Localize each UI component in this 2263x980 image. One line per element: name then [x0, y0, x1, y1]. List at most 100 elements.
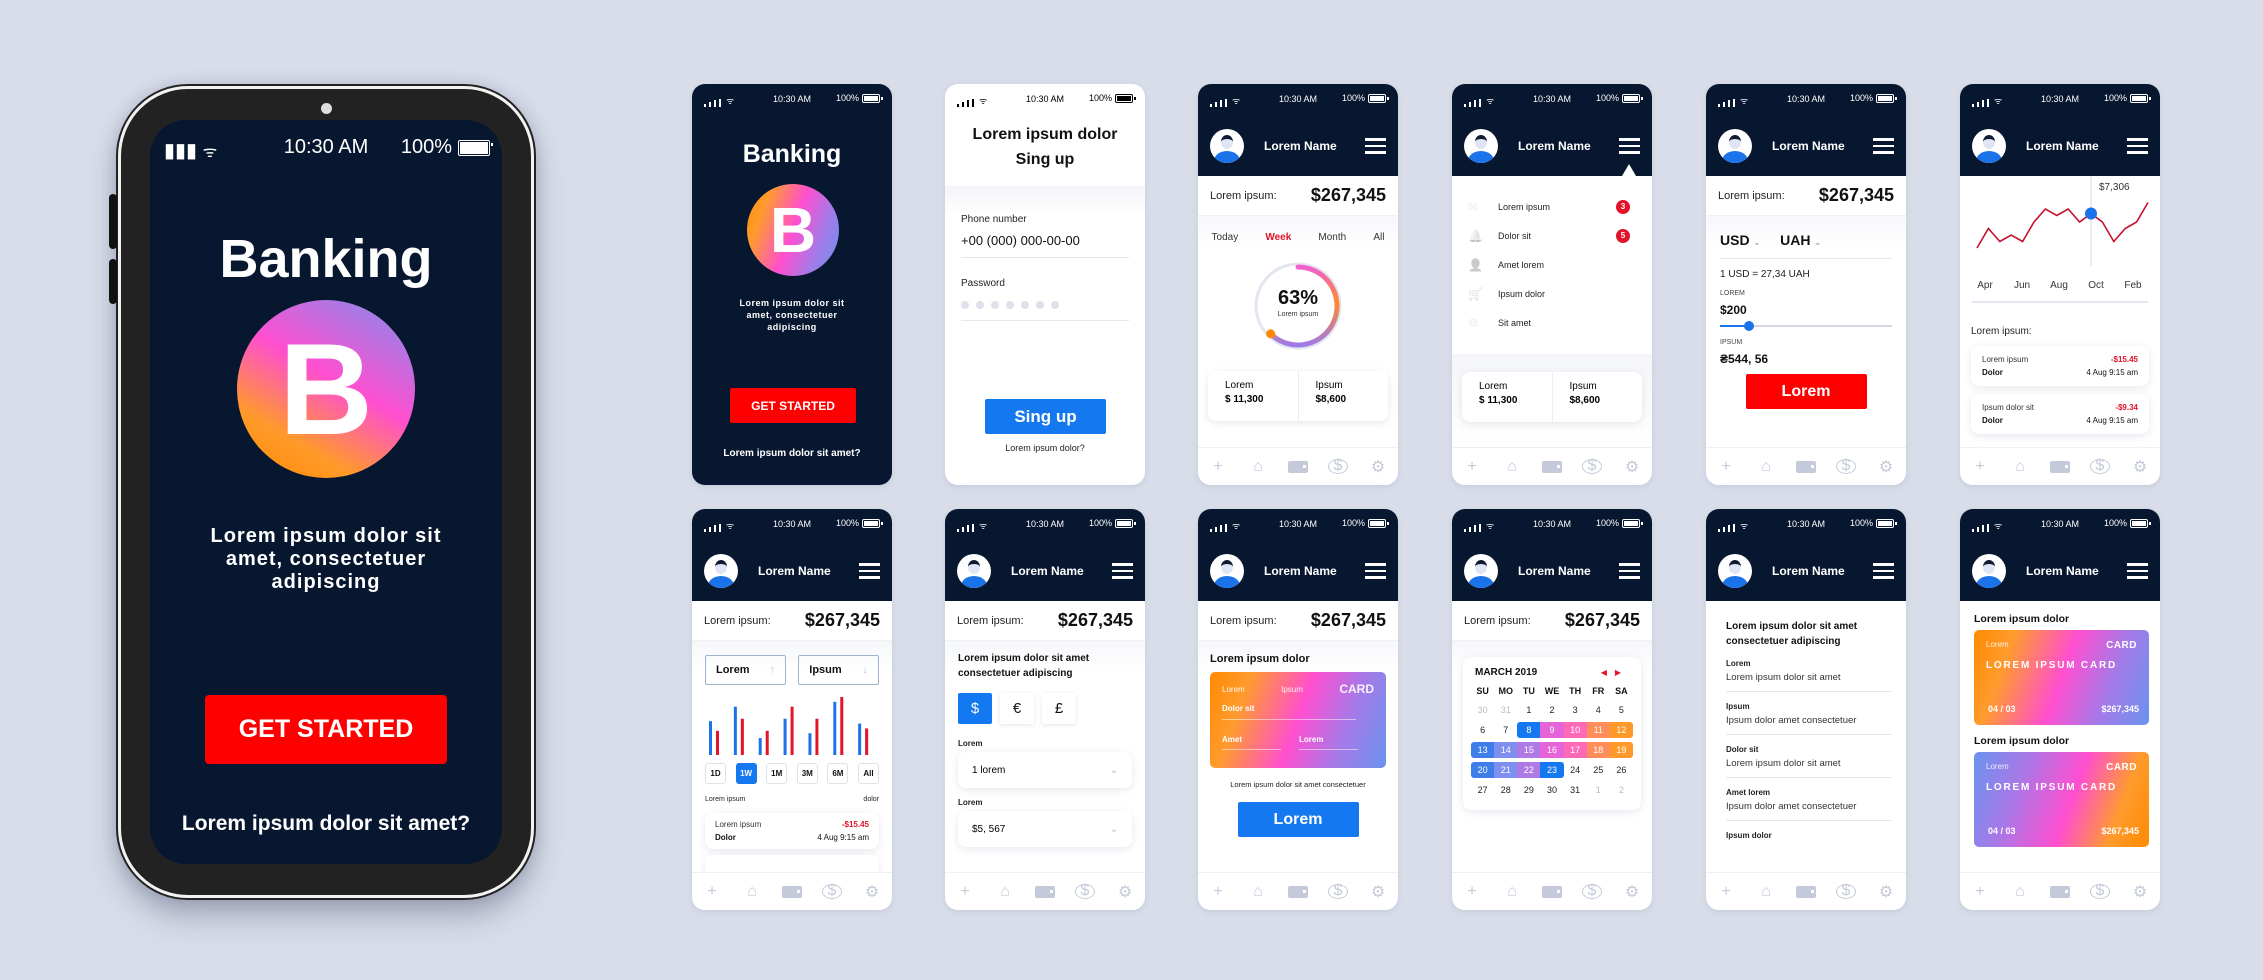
gear-icon[interactable]: ⚙ — [1876, 457, 1896, 477]
gear-icon[interactable]: ⚙ — [1622, 457, 1642, 477]
calendar-day[interactable]: 6 — [1471, 722, 1494, 738]
tab-today[interactable]: Today — [1212, 232, 1239, 243]
home-icon[interactable]: ⌂ — [995, 883, 1015, 901]
avatar[interactable] — [957, 554, 991, 588]
calendar-day-selected[interactable]: 16 — [1540, 742, 1564, 758]
calendar-day-selected[interactable]: 12 — [1609, 722, 1633, 738]
currency-pound-button[interactable]: £ — [1042, 693, 1076, 724]
home-icon[interactable]: ⌂ — [1248, 458, 1268, 476]
dollar-coin-icon[interactable]: $ — [2090, 458, 2110, 474]
range-tab-1m[interactable]: 1M — [766, 763, 788, 784]
hamburger-menu-icon[interactable] — [1873, 563, 1894, 579]
calendar-day-selected[interactable]: 15 — [1517, 742, 1541, 758]
home-icon[interactable]: ⌂ — [1502, 883, 1522, 901]
hamburger-menu-icon[interactable] — [1365, 563, 1386, 579]
calendar-day[interactable]: 27 — [1471, 782, 1494, 798]
dollar-coin-icon[interactable]: $ — [822, 883, 842, 899]
calendar-day[interactable]: 30 — [1471, 702, 1494, 718]
calendar-day[interactable]: 2 — [1540, 702, 1563, 718]
wallet-icon[interactable] — [782, 885, 802, 898]
income-toggle[interactable]: Lorem ↑ — [705, 655, 786, 685]
menu-item[interactable]: 👤 Amet lorem — [1468, 250, 1630, 279]
plus-icon[interactable]: + — [1716, 883, 1736, 901]
welcome-footer-link[interactable]: Lorem ipsum dolor sit amet? — [150, 812, 502, 836]
welcome-footer-link[interactable]: Lorem ipsum dolor sit amet? — [692, 448, 892, 459]
menu-item[interactable]: 🔔 Dolor sit 5 — [1468, 221, 1630, 250]
profile-field[interactable]: Ipsum Ipsum dolor amet consectetuer — [1726, 702, 1892, 735]
transaction-item[interactable]: Lorem ipsum Dolor -$15.45 4 Aug 9:15 am — [1971, 346, 2149, 386]
plus-icon[interactable]: + — [1970, 883, 1990, 901]
avatar[interactable] — [1718, 554, 1752, 588]
plus-icon[interactable]: + — [1462, 458, 1482, 476]
get-started-button[interactable]: GET STARTED — [730, 388, 856, 423]
calendar-day[interactable]: 26 — [1610, 762, 1633, 778]
hamburger-menu-icon[interactable] — [1873, 138, 1894, 154]
range-tab-all[interactable]: All — [857, 763, 879, 784]
calendar-day-selected[interactable]: 9 — [1540, 722, 1564, 738]
plus-icon[interactable]: + — [1970, 458, 1990, 476]
calendar-day[interactable]: 28 — [1494, 782, 1517, 798]
avatar[interactable] — [1464, 129, 1498, 163]
card-field-name[interactable]: Dolor sit — [1222, 704, 1356, 720]
transaction-item[interactable]: Lorem ipsum Dolor -$15.45 4 Aug 9:15 am — [705, 813, 879, 849]
tab-month[interactable]: Month — [1318, 232, 1346, 243]
gear-icon[interactable]: ⚙ — [1622, 882, 1642, 902]
gear-icon[interactable]: ⚙ — [1115, 882, 1135, 902]
calendar-day-selected[interactable]: 18 — [1586, 742, 1610, 758]
field2-select[interactable]: $5, 567 ⌄ — [958, 811, 1132, 847]
plus-icon[interactable]: + — [1462, 883, 1482, 901]
hamburger-menu-icon[interactable] — [2127, 138, 2148, 154]
calendar-day-selected[interactable]: 10 — [1563, 722, 1587, 738]
menu-item[interactable]: ✉ Lorem ipsum 3 — [1468, 192, 1630, 221]
hamburger-menu-icon[interactable] — [1619, 563, 1640, 579]
gear-icon[interactable]: ⚙ — [2130, 457, 2150, 477]
plus-icon[interactable]: + — [955, 883, 975, 901]
home-icon[interactable]: ⌂ — [742, 883, 762, 901]
calendar-day-selected[interactable]: 8 — [1517, 722, 1541, 738]
prev-month-icon[interactable]: ◀ — [1601, 668, 1615, 677]
calendar-day[interactable]: 1 — [1587, 782, 1610, 798]
signup-button[interactable]: Sing up — [985, 399, 1106, 434]
wallet-icon[interactable] — [1542, 885, 1562, 898]
get-started-button[interactable]: GET STARTED — [205, 695, 447, 764]
range-tab-1d[interactable]: 1D — [705, 763, 726, 784]
range-tab-6m[interactable]: 6M — [827, 763, 849, 784]
calendar-day[interactable]: 31 — [1564, 782, 1587, 798]
calendar-day-selected[interactable]: 20 — [1471, 762, 1495, 778]
calendar-day-selected[interactable]: 17 — [1563, 742, 1587, 758]
calendar-day[interactable]: 4 — [1587, 702, 1610, 718]
gear-icon[interactable]: ⚙ — [862, 882, 882, 902]
home-icon[interactable]: ⌂ — [1756, 458, 1776, 476]
calendar-day-selected[interactable]: 22 — [1517, 762, 1541, 778]
card-submit-button[interactable]: Lorem — [1237, 802, 1359, 837]
hamburger-menu-icon[interactable] — [859, 563, 880, 579]
range-tab-1w[interactable]: 1W — [735, 763, 757, 784]
wallet-icon[interactable] — [1796, 460, 1816, 473]
wallet-icon[interactable] — [2050, 885, 2070, 898]
dollar-coin-icon[interactable]: $ — [1075, 883, 1095, 899]
calendar-day-selected[interactable]: 21 — [1494, 762, 1518, 778]
dollar-coin-icon[interactable]: $ — [2090, 883, 2110, 899]
from-currency-select[interactable]: USD ⌄ — [1720, 232, 1760, 248]
calendar-day[interactable]: 24 — [1564, 762, 1587, 778]
hamburger-menu-icon[interactable] — [2127, 563, 2148, 579]
dollar-coin-icon[interactable]: $ — [1836, 458, 1856, 474]
currency-dollar-button[interactable]: $ — [958, 693, 992, 724]
dollar-coin-icon[interactable]: $ — [1582, 458, 1602, 474]
dollar-coin-icon[interactable]: $ — [1836, 883, 1856, 899]
to-currency-select[interactable]: UAH ⌄ — [1780, 232, 1821, 248]
gear-icon[interactable]: ⚙ — [1368, 457, 1388, 477]
tab-all[interactable]: All — [1373, 232, 1384, 243]
avatar[interactable] — [1972, 129, 2006, 163]
calendar-day-selected[interactable]: 19 — [1609, 742, 1633, 758]
calendar-day-selected[interactable]: 11 — [1586, 722, 1610, 738]
profile-field[interactable]: Ipsum dolor — [1726, 831, 1892, 852]
wallet-icon[interactable] — [1288, 460, 1308, 473]
card-field-lorem[interactable]: Lorem — [1299, 735, 1358, 750]
menu-item[interactable]: 🛒 Ipsum dolor — [1468, 279, 1630, 308]
gear-icon[interactable]: ⚙ — [1876, 882, 1896, 902]
calendar-day[interactable]: 7 — [1494, 722, 1517, 738]
hamburger-menu-icon[interactable] — [1112, 563, 1133, 579]
exchange-button[interactable]: Lorem — [1745, 374, 1867, 409]
phone-input[interactable]: +00 (000) 000-00-00 — [961, 233, 1129, 258]
